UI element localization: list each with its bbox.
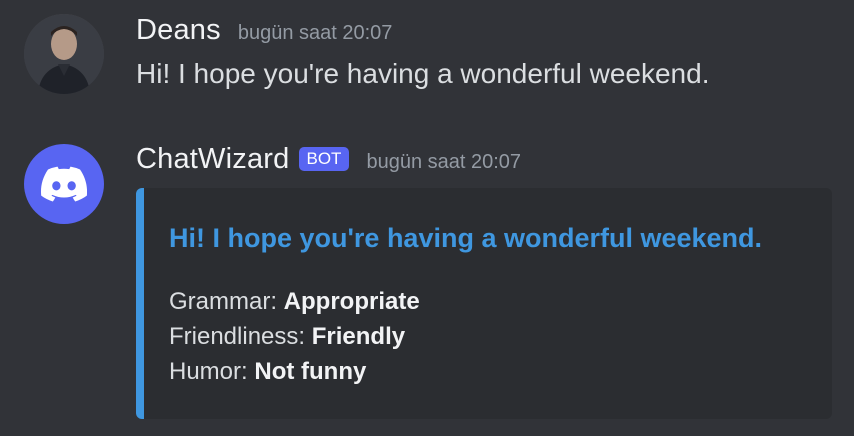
discord-logo-icon bbox=[41, 166, 87, 202]
field-label: Humor: bbox=[169, 358, 255, 385]
message-content: Hi! I hope you're having a wonderful wee… bbox=[136, 58, 710, 89]
field-label: Grammar: bbox=[169, 288, 284, 315]
embed-field-friendliness: Friendliness: Friendly bbox=[169, 319, 420, 354]
timestamp[interactable]: bugün saat 20:07 bbox=[366, 151, 521, 174]
username[interactable]: Deans bbox=[136, 14, 221, 47]
field-value: Friendly bbox=[311, 323, 406, 350]
username[interactable]: ChatWizard bbox=[136, 143, 290, 176]
person-photo-icon bbox=[24, 14, 104, 94]
embed-field-humor: Humor: Not funny bbox=[169, 354, 420, 389]
field-label: Friendliness: bbox=[169, 323, 312, 350]
timestamp[interactable]: bugün saat 20:07 bbox=[238, 22, 393, 45]
message-embed: Hi! I hope you're having a wonderful wee… bbox=[136, 188, 832, 419]
bot-tag-badge: BOT bbox=[298, 147, 350, 171]
embed-accent-bar bbox=[136, 188, 144, 419]
field-value: Not funny bbox=[254, 358, 367, 385]
message-header: Deans bugün saat 20:07 bbox=[136, 14, 392, 47]
bot-avatar[interactable] bbox=[24, 144, 104, 224]
embed-field-grammar: Grammar: Appropriate bbox=[169, 284, 420, 319]
embed-title: Hi! I hope you're having a wonderful wee… bbox=[169, 223, 763, 253]
user-avatar[interactable] bbox=[24, 14, 104, 94]
message-header: ChatWizard BOT bugün saat 20:07 bbox=[136, 143, 521, 176]
field-value: Appropriate bbox=[283, 288, 420, 315]
embed-description: Grammar: Appropriate Friendliness: Frien… bbox=[169, 284, 420, 389]
